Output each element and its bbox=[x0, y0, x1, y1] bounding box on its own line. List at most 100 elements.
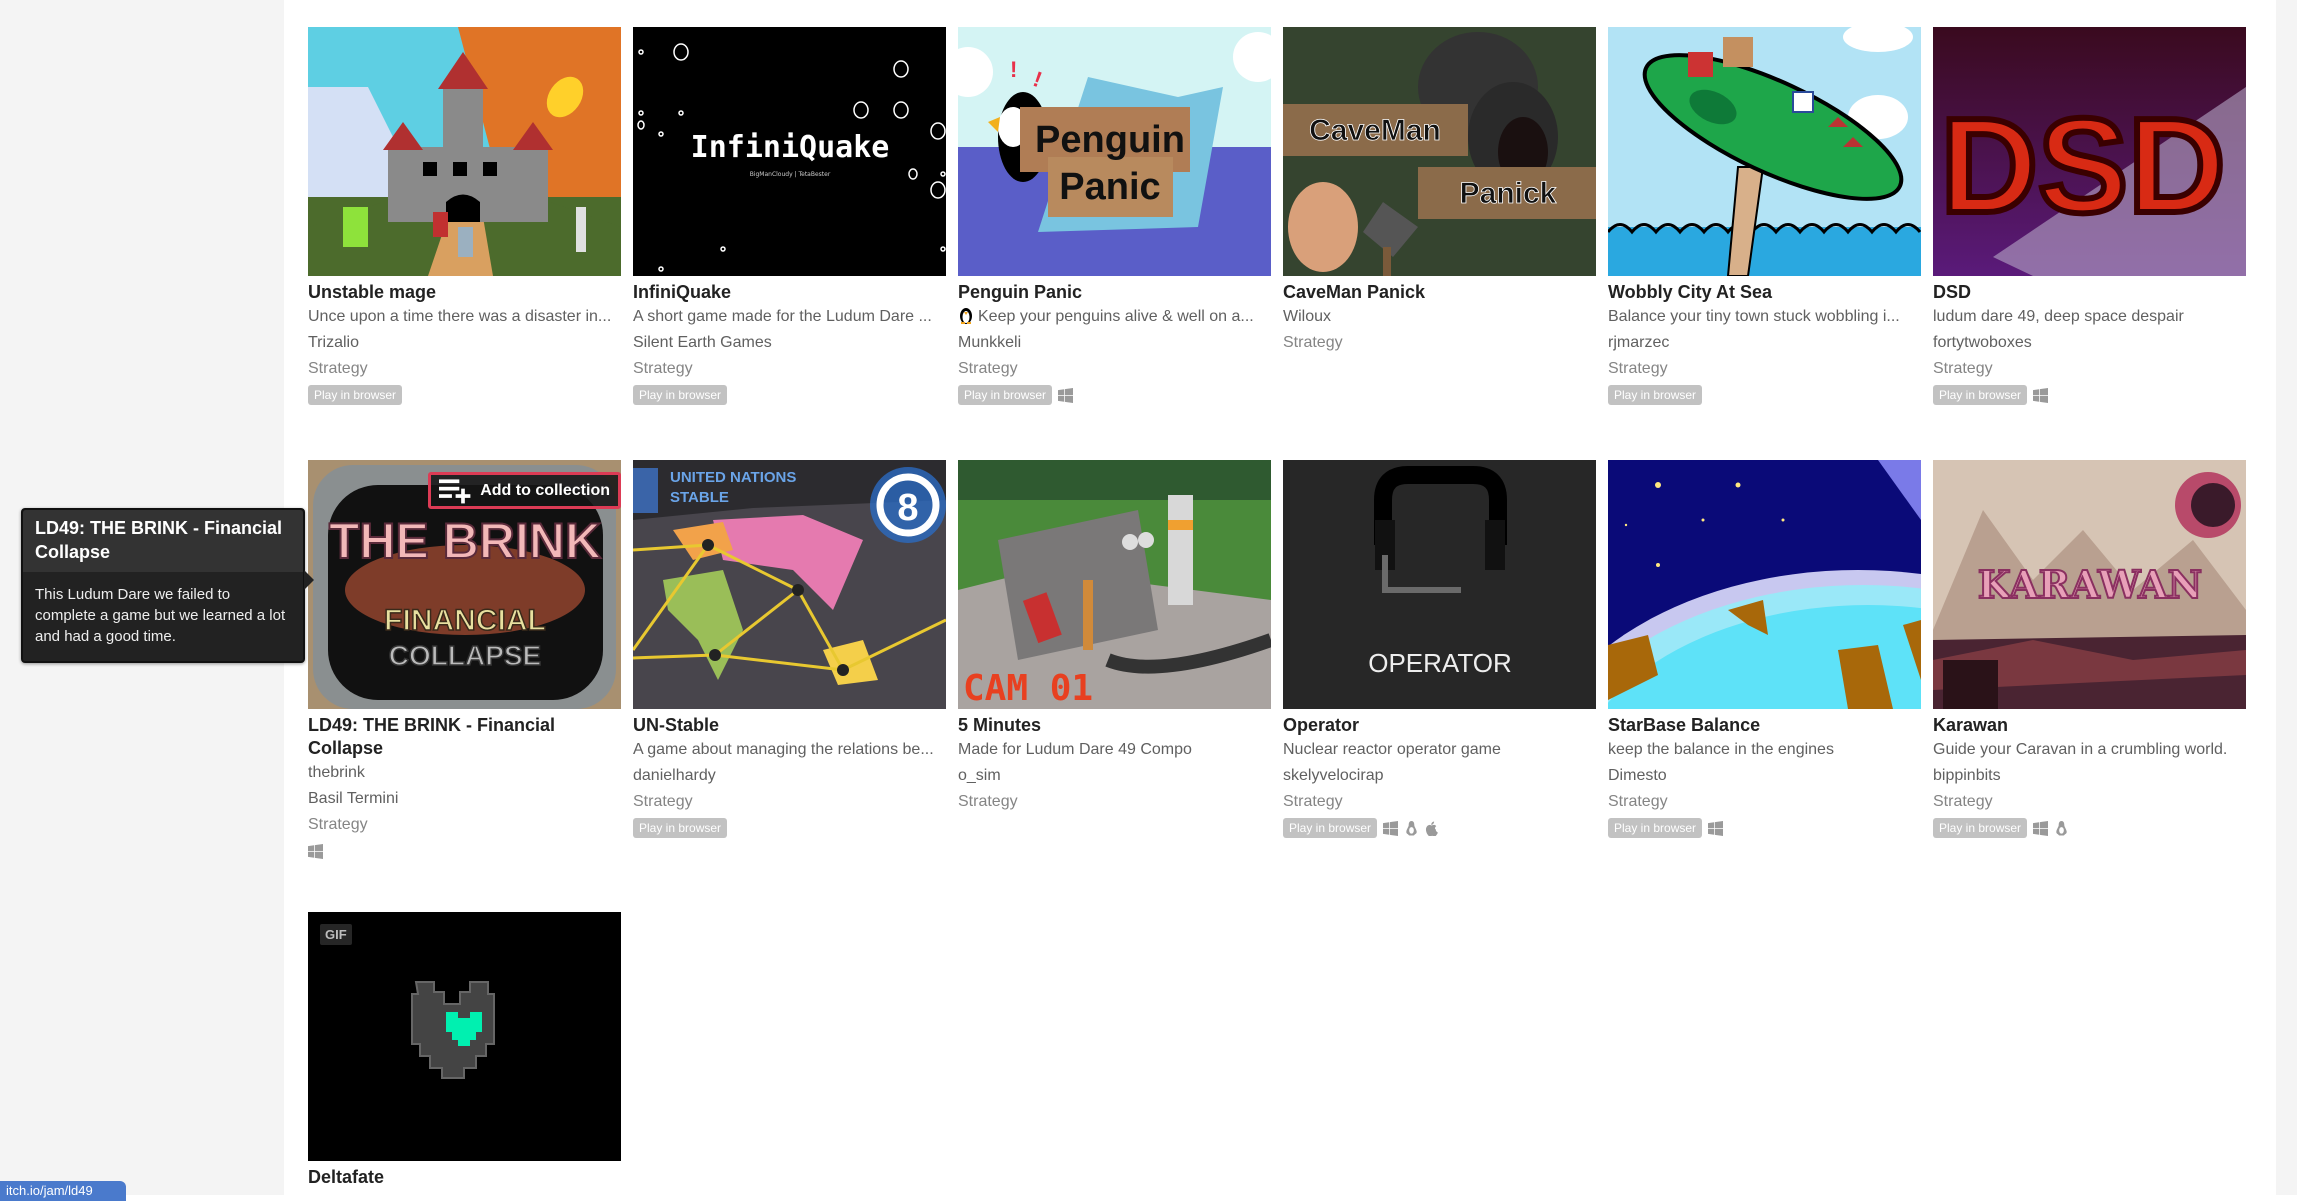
game-author[interactable]: o_sim bbox=[958, 763, 1271, 789]
game-title[interactable]: StarBase Balance bbox=[1608, 714, 1921, 737]
game-title[interactable]: InfiniQuake bbox=[633, 281, 946, 304]
game-author[interactable]: Wiloux bbox=[1283, 304, 1596, 330]
game-row: THE BRINK FINANCIAL COLLAPSE Add to coll… bbox=[308, 460, 2258, 862]
game-thumbnail[interactable]: OPERATOR bbox=[1283, 460, 1596, 709]
svg-text:!: ! bbox=[1010, 57, 1017, 82]
platform-list bbox=[308, 840, 621, 862]
platform-list: Play in browser bbox=[1933, 817, 2246, 839]
game-card: THE BRINK FINANCIAL COLLAPSE Add to coll… bbox=[308, 460, 621, 862]
svg-text:FINANCIAL: FINANCIAL bbox=[384, 604, 546, 637]
play-in-browser-badge: Play in browser bbox=[633, 818, 728, 838]
game-card: InfiniQuake BigManCloudy | TetaBester In… bbox=[633, 27, 946, 406]
game-card: Unstable mage Unce upon a time there was… bbox=[308, 27, 621, 406]
svg-text:BigManCloudy | TetaBester: BigManCloudy | TetaBester bbox=[750, 171, 831, 178]
svg-text:KARAWAN: KARAWAN bbox=[1978, 562, 2203, 607]
svg-text:CaveMan: CaveMan bbox=[1309, 114, 1441, 147]
game-description: Keep your penguins alive & well on a... bbox=[958, 304, 1271, 330]
play-in-browser-badge: Play in browser bbox=[1933, 818, 2028, 838]
playlist-add-icon bbox=[439, 479, 471, 504]
game-thumbnail[interactable]: InfiniQuake BigManCloudy | TetaBester bbox=[633, 27, 946, 276]
play-in-browser-badge: Play in browser bbox=[958, 385, 1053, 405]
thumbnail-art-deltafate bbox=[308, 912, 621, 1161]
game-genre: Strategy bbox=[1608, 360, 1668, 377]
add-to-collection-button[interactable]: Add to collection bbox=[428, 472, 621, 509]
game-author[interactable]: Dimesto bbox=[1608, 763, 1921, 789]
game-card: CaveMan Panick CaveMan Panick Wiloux Str… bbox=[1283, 27, 1596, 406]
game-card: StarBase Balance keep the balance in the… bbox=[1608, 460, 1921, 862]
svg-text:InfiniQuake: InfiniQuake bbox=[691, 130, 890, 165]
linux-icon bbox=[2056, 820, 2067, 836]
play-in-browser-badge: Play in browser bbox=[1283, 818, 1378, 838]
right-sidebar bbox=[2276, 0, 2297, 1195]
play-in-browser-badge: Play in browser bbox=[1608, 385, 1703, 405]
game-thumbnail[interactable]: DSD bbox=[1933, 27, 2246, 276]
game-genre: Strategy bbox=[1283, 793, 1343, 810]
svg-text:OPERATOR: OPERATOR bbox=[1368, 648, 1512, 678]
platform-list: Play in browser bbox=[308, 384, 621, 406]
game-author[interactable]: fortytwoboxes bbox=[1933, 330, 2246, 356]
windows-icon bbox=[1058, 387, 1074, 403]
game-thumbnail[interactable]: KARAWAN bbox=[1933, 460, 2246, 709]
svg-text:UNITED NATIONS: UNITED NATIONS bbox=[670, 469, 796, 486]
game-author[interactable]: rjmarzec bbox=[1608, 330, 1921, 356]
game-author[interactable]: Munkkeli bbox=[958, 330, 1271, 356]
game-thumbnail[interactable]: THE BRINK FINANCIAL COLLAPSE Add to coll… bbox=[308, 460, 621, 709]
status-bar-url: itch.io/jam/ld49 bbox=[0, 1181, 126, 1201]
game-title[interactable]: Operator bbox=[1283, 714, 1596, 737]
game-thumbnail[interactable]: ! ! Penguin Panic bbox=[958, 27, 1271, 276]
game-title[interactable]: Deltafate bbox=[308, 1166, 621, 1189]
play-in-browser-badge: Play in browser bbox=[1608, 818, 1703, 838]
game-description: A short game made for the Ludum Dare ... bbox=[633, 308, 932, 325]
game-title[interactable]: CaveMan Panick bbox=[1283, 281, 1596, 304]
game-title[interactable]: DSD bbox=[1933, 281, 2246, 304]
game-genre: Strategy bbox=[633, 360, 693, 377]
game-row: GIF Deltafate bbox=[308, 912, 633, 1189]
game-title[interactable]: Penguin Panic bbox=[958, 281, 1271, 304]
game-author[interactable]: Silent Earth Games bbox=[633, 330, 946, 356]
gif-badge: GIF bbox=[320, 924, 352, 945]
windows-icon bbox=[1383, 820, 1399, 836]
game-card: GIF Deltafate bbox=[308, 912, 621, 1189]
game-thumbnail[interactable]: CAM 01 bbox=[958, 460, 1271, 709]
game-thumbnail[interactable]: GIF bbox=[308, 912, 621, 1161]
game-author[interactable]: bippinbits bbox=[1933, 763, 2246, 789]
game-thumbnail[interactable] bbox=[308, 27, 621, 276]
svg-text:Panic: Panic bbox=[1059, 166, 1160, 208]
game-author[interactable]: skelyvelocirap bbox=[1283, 763, 1596, 789]
game-author[interactable]: Basil Termini bbox=[308, 786, 621, 812]
tooltip-title: LD49: THE BRINK - Financial Collapse bbox=[23, 510, 303, 572]
game-thumbnail[interactable]: UNITED NATIONS STABLE 8 bbox=[633, 460, 946, 709]
game-tooltip: LD49: THE BRINK - Financial Collapse Thi… bbox=[21, 508, 314, 663]
svg-text:COLLAPSE: COLLAPSE bbox=[389, 640, 541, 671]
svg-text:Penguin: Penguin bbox=[1035, 119, 1185, 161]
thumbnail-art-operator: OPERATOR bbox=[1283, 460, 1596, 709]
game-genre: Strategy bbox=[958, 793, 1018, 810]
game-author[interactable]: danielhardy bbox=[633, 763, 946, 789]
game-title[interactable]: UN-Stable bbox=[633, 714, 946, 737]
svg-text:THE BRINK: THE BRINK bbox=[329, 513, 601, 569]
game-author[interactable]: Trizalio bbox=[308, 330, 621, 356]
thumbnail-art-unstable-mage bbox=[308, 27, 621, 276]
play-in-browser-badge: Play in browser bbox=[633, 385, 728, 405]
thumbnail-art-caveman-panick: CaveMan Panick bbox=[1283, 27, 1596, 276]
svg-text:STABLE: STABLE bbox=[670, 489, 729, 506]
game-row: Unstable mage Unce upon a time there was… bbox=[308, 27, 2258, 406]
platform-list: Play in browser bbox=[633, 817, 946, 839]
game-description: Guide your Caravan in a crumbling world. bbox=[1933, 741, 2228, 758]
game-title[interactable]: 5 Minutes bbox=[958, 714, 1271, 737]
game-title[interactable]: Wobbly City At Sea bbox=[1608, 281, 1921, 304]
game-title[interactable]: LD49: THE BRINK - Financial Collapse bbox=[308, 714, 621, 760]
game-thumbnail[interactable] bbox=[1608, 460, 1921, 709]
game-genre: Strategy bbox=[633, 793, 693, 810]
thumbnail-art-penguin-panic: ! ! Penguin Panic bbox=[958, 27, 1271, 276]
game-genre: Strategy bbox=[958, 360, 1018, 377]
platform-list: Play in browser bbox=[633, 384, 946, 406]
game-thumbnail[interactable] bbox=[1608, 27, 1921, 276]
game-title[interactable]: Unstable mage bbox=[308, 281, 621, 304]
svg-text:8: 8 bbox=[897, 487, 918, 529]
game-author[interactable]: thebrink bbox=[308, 760, 621, 786]
game-title[interactable]: Karawan bbox=[1933, 714, 2246, 737]
game-genre: Strategy bbox=[1933, 793, 1993, 810]
penguin-emoji-icon bbox=[960, 308, 972, 324]
game-thumbnail[interactable]: CaveMan Panick bbox=[1283, 27, 1596, 276]
